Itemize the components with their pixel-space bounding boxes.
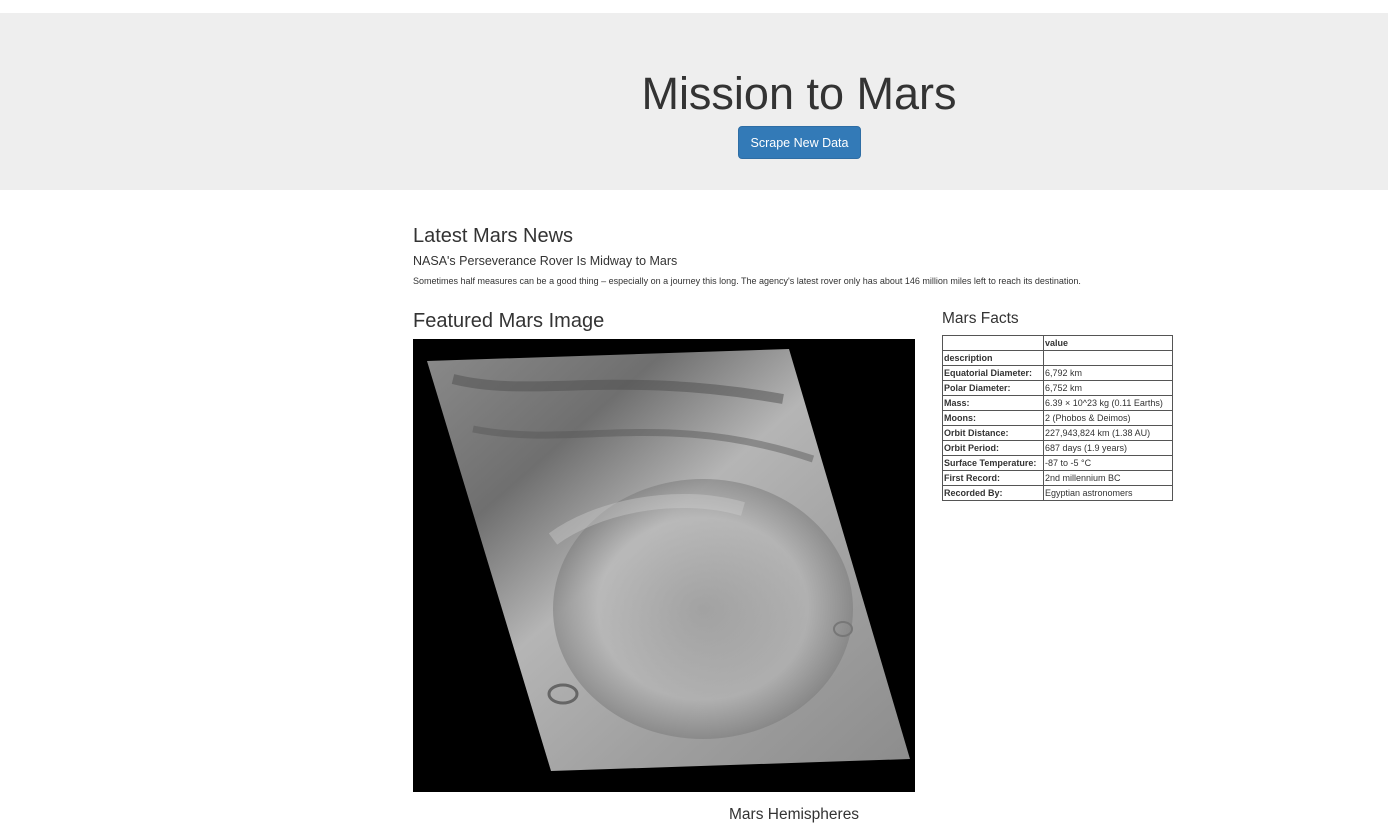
fact-label: Mass: bbox=[942, 395, 1044, 411]
table-row: Orbit Period: 687 days (1.9 years) bbox=[942, 440, 1173, 456]
news-title: NASA's Perseverance Rover Is Midway to M… bbox=[413, 254, 678, 268]
fact-value: -87 to -5 °C bbox=[1043, 455, 1173, 471]
table-header-row: value bbox=[942, 335, 1173, 351]
page-title: Mission to Mars bbox=[641, 68, 957, 119]
fact-label: Moons: bbox=[942, 410, 1044, 426]
table-row: Orbit Distance: 227,943,824 km (1.38 AU) bbox=[942, 425, 1173, 441]
fact-value: 2nd millennium BC bbox=[1043, 470, 1173, 486]
fact-label: Surface Temperature: bbox=[942, 455, 1044, 471]
news-teaser: Sometimes half measures can be a good th… bbox=[413, 276, 1081, 286]
fact-value: Egyptian astronomers bbox=[1043, 485, 1173, 501]
fact-label: Orbit Period: bbox=[942, 440, 1044, 456]
fact-value: 687 days (1.9 years) bbox=[1043, 440, 1173, 456]
fact-label: Equatorial Diameter: bbox=[942, 365, 1044, 381]
fact-value: 6.39 × 10^23 kg (0.11 Earths) bbox=[1043, 395, 1173, 411]
table-header-cell bbox=[1043, 350, 1173, 366]
table-row: Mass: 6.39 × 10^23 kg (0.11 Earths) bbox=[942, 395, 1173, 411]
fact-label: Recorded By: bbox=[942, 485, 1044, 501]
table-header-cell: value bbox=[1043, 335, 1173, 351]
fact-label: Orbit Distance: bbox=[942, 425, 1044, 441]
mars-facts-table: value description Equatorial Diameter: 6,… bbox=[942, 335, 1173, 501]
fact-value: 2 (Phobos & Deimos) bbox=[1043, 410, 1173, 426]
table-row: Surface Temperature: -87 to -5 °C bbox=[942, 455, 1173, 471]
featured-image-heading: Featured Mars Image bbox=[413, 310, 605, 332]
news-heading: Latest Mars News bbox=[413, 225, 574, 247]
scrape-new-data-button[interactable]: Scrape New Data bbox=[738, 126, 861, 159]
mars-surface-image bbox=[413, 339, 915, 792]
mars-facts-heading: Mars Facts bbox=[942, 310, 1019, 327]
fact-value: 6,792 km bbox=[1043, 365, 1173, 381]
table-header-cell bbox=[942, 335, 1044, 351]
fact-label: First Record: bbox=[942, 470, 1044, 486]
table-index-label: description bbox=[942, 350, 1044, 366]
fact-label: Polar Diameter: bbox=[942, 380, 1044, 396]
fact-value: 6,752 km bbox=[1043, 380, 1173, 396]
table-row: Recorded By: Egyptian astronomers bbox=[942, 485, 1173, 501]
hemispheres-heading: Mars Hemispheres bbox=[729, 806, 860, 823]
fact-value: 227,943,824 km (1.38 AU) bbox=[1043, 425, 1173, 441]
featured-mars-image bbox=[413, 339, 915, 792]
table-row: First Record: 2nd millennium BC bbox=[942, 470, 1173, 486]
table-row: Moons: 2 (Phobos & Deimos) bbox=[942, 410, 1173, 426]
table-index-row: description bbox=[942, 350, 1173, 366]
header-jumbotron: Mission to Mars Scrape New Data bbox=[0, 13, 1388, 190]
table-row: Equatorial Diameter: 6,792 km bbox=[942, 365, 1173, 381]
table-row: Polar Diameter: 6,752 km bbox=[942, 380, 1173, 396]
